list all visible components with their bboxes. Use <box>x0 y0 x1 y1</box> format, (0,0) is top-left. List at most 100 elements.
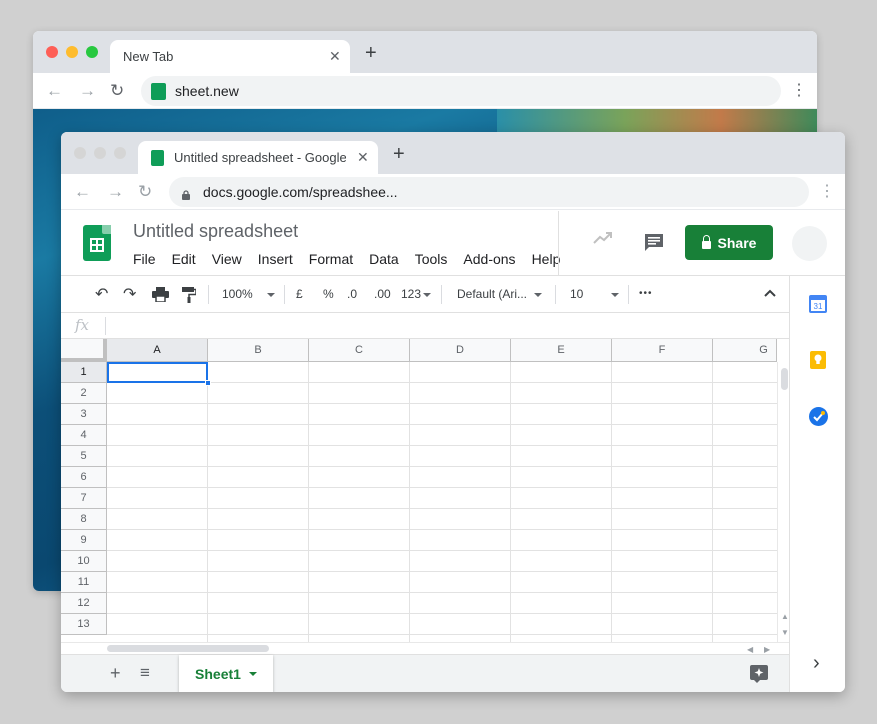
horizontal-scroll-thumb[interactable] <box>107 645 269 652</box>
more-menu-icon[interactable]: ⋮ <box>819 181 835 201</box>
vertical-scrollbar[interactable]: ▲ ▼ <box>777 362 789 642</box>
forward-arrow-icon[interactable]: → <box>79 81 96 101</box>
select-all-corner[interactable] <box>61 339 107 362</box>
row-header-4[interactable]: 4 <box>61 425 107 446</box>
zoom-value: 100% <box>222 287 253 301</box>
row-header-8[interactable]: 8 <box>61 509 107 530</box>
more-menu-icon[interactable]: ⋮ <box>791 80 807 100</box>
back-arrow-icon[interactable]: ← <box>74 182 91 202</box>
row-header-11[interactable]: 11 <box>61 572 107 593</box>
share-label: Share <box>717 234 757 251</box>
menu-file[interactable]: File <box>133 251 156 267</box>
row-header-2[interactable]: 2 <box>61 383 107 404</box>
explore-icon[interactable] <box>750 665 768 688</box>
forward-arrow-icon[interactable]: → <box>107 182 124 202</box>
back-arrow-icon[interactable]: ← <box>46 81 63 101</box>
zoom-select[interactable]: 100% <box>222 287 275 301</box>
fill-handle[interactable] <box>205 380 211 386</box>
tab-title: Untitled spreadsheet - Google Sheets <box>174 150 346 165</box>
reload-icon[interactable]: ↻ <box>110 81 124 101</box>
comment-icon[interactable] <box>644 233 664 258</box>
close-tab-icon[interactable]: ✕ <box>357 149 369 166</box>
more-options-icon[interactable]: ••• <box>639 288 653 299</box>
formula-input[interactable] <box>113 318 773 334</box>
font-size-select[interactable]: 10 <box>570 287 620 301</box>
calendar-icon[interactable]: 31 <box>809 295 827 313</box>
decrease-decimals-button[interactable]: .0 <box>347 287 357 301</box>
column-header-a[interactable]: A <box>107 339 208 362</box>
font-family-select[interactable]: Default (Ari... <box>457 287 543 301</box>
row-header-5[interactable]: 5 <box>61 446 107 467</box>
row-header-13[interactable]: 13 <box>61 614 107 635</box>
sheets-header: Untitled spreadsheet File Edit View Inse… <box>61 211 845 276</box>
number-format-select[interactable]: 123 <box>401 287 432 301</box>
row-header-12[interactable]: 12 <box>61 593 107 614</box>
print-icon[interactable] <box>152 287 169 305</box>
scroll-right-arrow-icon[interactable]: ▶ <box>764 645 770 654</box>
share-button[interactable]: Share <box>685 225 773 260</box>
new-tab-button[interactable]: + <box>393 143 405 166</box>
url-text: sheet.new <box>175 83 239 99</box>
column-header-e[interactable]: E <box>511 339 612 362</box>
row-header-9[interactable]: 9 <box>61 530 107 551</box>
paint-format-icon[interactable] <box>182 287 197 306</box>
menu-add-ons[interactable]: Add-ons <box>463 251 515 267</box>
new-tab-button[interactable]: + <box>365 42 377 65</box>
column-header-b[interactable]: B <box>208 339 309 362</box>
cell-area[interactable] <box>107 362 777 642</box>
increase-decimals-button[interactable]: .00 <box>374 287 391 301</box>
minimize-window-button[interactable] <box>66 46 78 58</box>
collapse-toolbar-icon[interactable] <box>764 286 776 300</box>
undo-icon[interactable]: ↶ <box>95 284 108 304</box>
column-header-g[interactable]: G <box>713 339 777 362</box>
menu-edit[interactable]: Edit <box>172 251 196 267</box>
menu-tools[interactable]: Tools <box>415 251 448 267</box>
add-sheet-button[interactable]: + <box>110 663 121 684</box>
horizontal-scrollbar[interactable]: ◀ ▶ <box>61 642 789 654</box>
sheet-tab-sheet1[interactable]: Sheet1 <box>179 655 273 692</box>
row-header-7[interactable]: 7 <box>61 488 107 509</box>
reload-icon[interactable]: ↻ <box>138 182 152 202</box>
menu-format[interactable]: Format <box>309 251 353 267</box>
selected-cell-a1[interactable] <box>107 362 208 383</box>
calendar-day-text: 31 <box>814 302 823 311</box>
minimize-window-button[interactable] <box>94 147 106 159</box>
currency-format-button[interactable]: £ <box>296 287 303 301</box>
row-header-3[interactable]: 3 <box>61 404 107 425</box>
account-avatar[interactable] <box>792 226 827 261</box>
column-header-f[interactable]: F <box>612 339 713 362</box>
menu-view[interactable]: View <box>212 251 242 267</box>
menu-help[interactable]: Help <box>532 251 561 267</box>
column-header-c[interactable]: C <box>309 339 410 362</box>
close-tab-icon[interactable]: ✕ <box>329 48 341 65</box>
vertical-scroll-thumb[interactable] <box>781 368 788 390</box>
maximize-window-button[interactable] <box>86 46 98 58</box>
address-bar[interactable]: sheet.new <box>141 76 781 106</box>
percent-format-button[interactable]: % <box>323 287 334 301</box>
row-header-1[interactable]: 1 <box>61 362 107 383</box>
menu-insert[interactable]: Insert <box>258 251 293 267</box>
all-sheets-list-icon[interactable]: ≡ <box>140 663 150 683</box>
font-family-value: Default (Ari... <box>457 287 528 301</box>
scroll-up-arrow-icon[interactable]: ▲ <box>781 612 789 621</box>
sheets-logo-icon[interactable] <box>83 225 111 261</box>
close-window-button[interactable] <box>46 46 58 58</box>
keep-notes-icon[interactable] <box>810 351 826 374</box>
redo-icon[interactable]: ↷ <box>123 284 136 304</box>
scroll-down-arrow-icon[interactable]: ▼ <box>781 628 789 637</box>
menu-bar: File Edit View Insert Format Data Tools … <box>133 251 560 267</box>
tab-new-tab[interactable]: New Tab ✕ <box>110 40 350 73</box>
tab-spreadsheet[interactable]: Untitled spreadsheet - Google Sheets ✕ <box>138 141 378 174</box>
close-window-button[interactable] <box>74 147 86 159</box>
row-header-10[interactable]: 10 <box>61 551 107 572</box>
scroll-left-arrow-icon[interactable]: ◀ <box>747 645 753 654</box>
activity-trend-icon[interactable] <box>593 231 613 250</box>
address-bar[interactable]: docs.google.com/spreadshee... <box>169 177 809 207</box>
menu-data[interactable]: Data <box>369 251 399 267</box>
document-title[interactable]: Untitled spreadsheet <box>133 221 298 242</box>
row-header-6[interactable]: 6 <box>61 467 107 488</box>
column-header-d[interactable]: D <box>410 339 511 362</box>
expand-side-panel-icon[interactable]: › <box>813 652 820 675</box>
tasks-icon[interactable] <box>809 407 828 431</box>
maximize-window-button[interactable] <box>114 147 126 159</box>
